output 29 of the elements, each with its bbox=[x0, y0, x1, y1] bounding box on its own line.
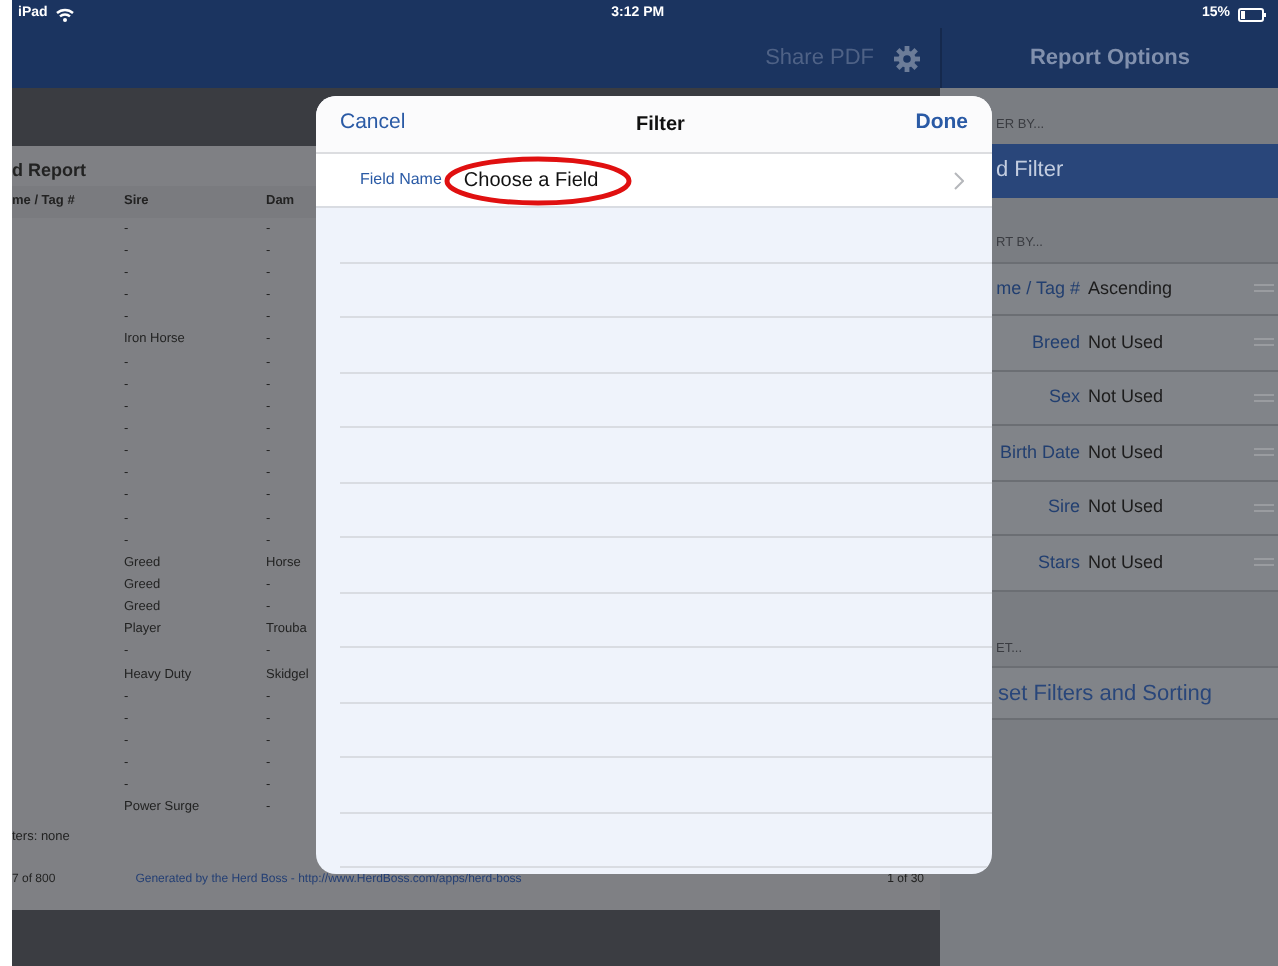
sort-order: Not Used bbox=[1088, 329, 1166, 355]
sort-order: Not Used bbox=[1088, 549, 1166, 575]
drag-handle-icon[interactable] bbox=[1254, 448, 1274, 457]
sort-field: Breed bbox=[940, 329, 1088, 356]
done-button[interactable]: Done bbox=[915, 108, 968, 140]
sort-order: Not Used bbox=[1088, 439, 1166, 465]
sort-field: Sex bbox=[940, 384, 1088, 411]
settings-icon[interactable] bbox=[894, 45, 920, 71]
sort-field: me / Tag # bbox=[940, 275, 1088, 302]
drag-handle-icon[interactable] bbox=[1254, 393, 1274, 402]
field-value: Choose a Field bbox=[463, 167, 599, 195]
sort-field: Birth Date bbox=[940, 439, 1088, 466]
dialog-title: Filter bbox=[635, 111, 685, 139]
field-row[interactable]: Field Name Choose a Field bbox=[316, 154, 992, 208]
drag-handle-icon[interactable] bbox=[1254, 338, 1274, 347]
drag-handle-icon[interactable] bbox=[1254, 284, 1274, 293]
wifi-icon bbox=[55, 7, 74, 21]
sort-order: Not Used bbox=[1088, 494, 1166, 520]
sort-field: Stars bbox=[940, 549, 1088, 576]
sort-order: Not Used bbox=[1088, 384, 1166, 410]
report-title: d Report bbox=[12, 158, 86, 184]
battery-icon bbox=[1238, 7, 1266, 21]
field-label: Field Name bbox=[360, 168, 442, 192]
chevron-icon bbox=[954, 171, 964, 189]
sort-field: Sire bbox=[940, 494, 1088, 521]
drag-handle-icon[interactable] bbox=[1254, 503, 1274, 512]
cancel-button[interactable]: Cancel bbox=[340, 108, 406, 140]
drag-handle-icon[interactable] bbox=[1254, 558, 1274, 567]
sort-order: Ascending bbox=[1088, 275, 1175, 302]
